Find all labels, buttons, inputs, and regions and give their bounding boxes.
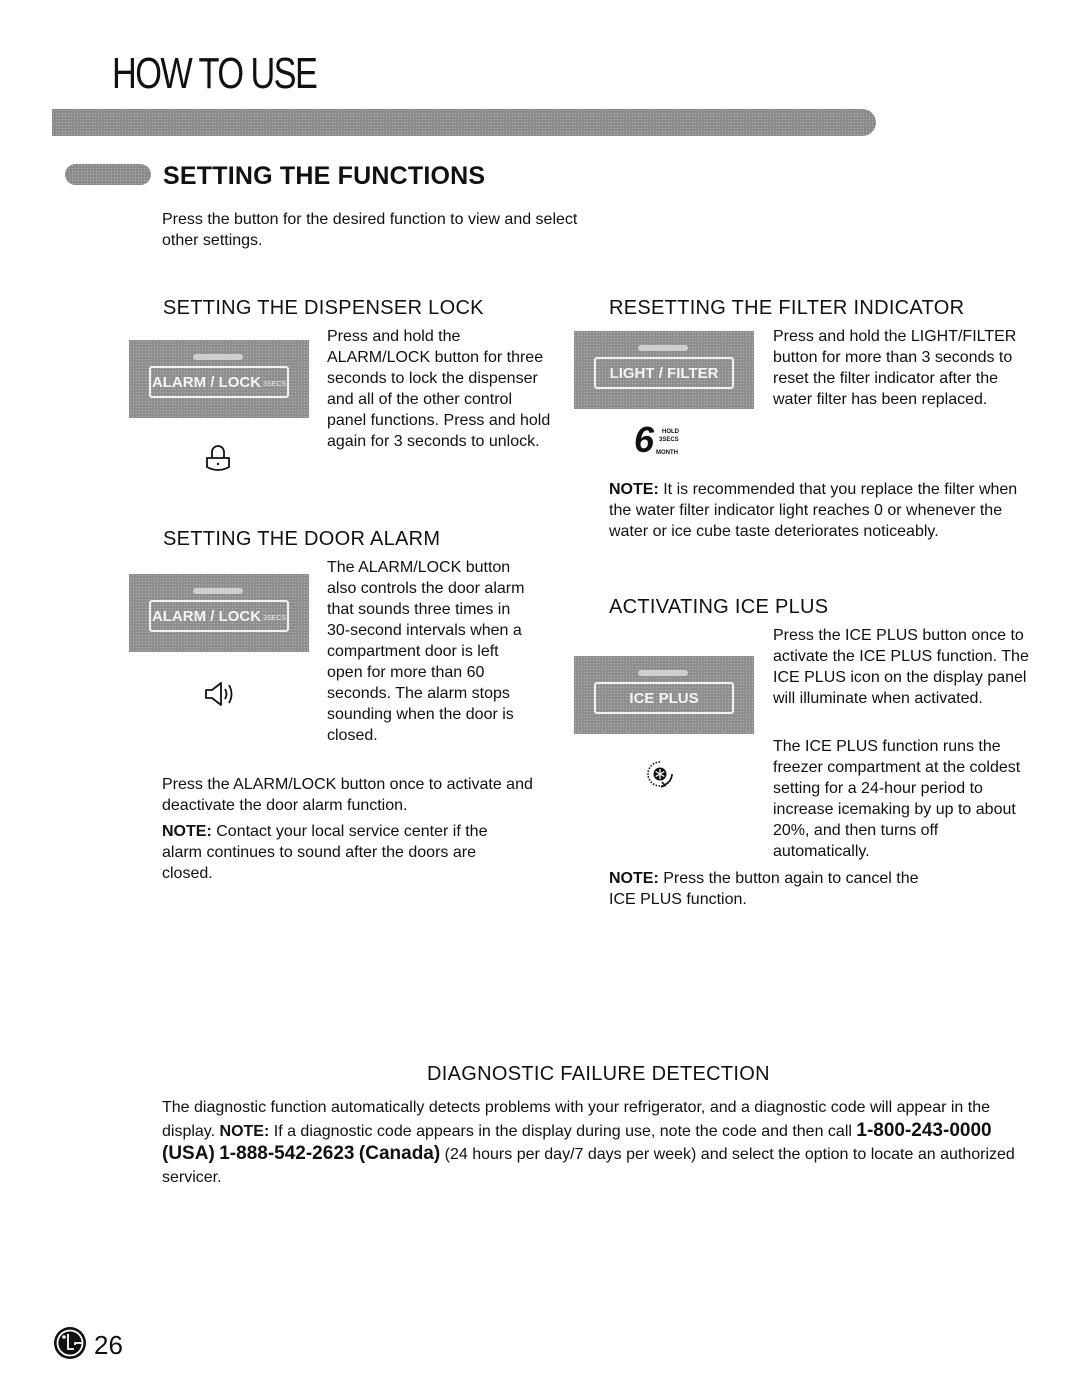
alarm-lock-button-label: ALARM / LOCK bbox=[151, 607, 262, 625]
lg-logo-icon bbox=[52, 1325, 88, 1361]
door-alarm-text: The ALARM/LOCK button also controls the … bbox=[327, 559, 525, 744]
ice-plus-text: Press the ICE PLUS button once to activa… bbox=[773, 627, 1029, 707]
diagnostic-heading: DIAGNOSTIC FAILURE DETECTION bbox=[427, 1063, 770, 1085]
note-label: NOTE: bbox=[162, 823, 212, 840]
alarm-lock-button-door[interactable]: ALARM / LOCK 3SECS bbox=[149, 600, 289, 632]
page-number: 26 bbox=[94, 1330, 123, 1360]
filter-indicator-text: Press and hold the LIGHT/FILTER button f… bbox=[773, 328, 1017, 408]
month-label: MONTH bbox=[656, 450, 678, 456]
diagnostic-text: The diagnostic function automatically de… bbox=[162, 1097, 1022, 1189]
ice-plus-text-2: The ICE PLUS function runs the freezer c… bbox=[773, 738, 1021, 860]
door-alarm-heading: SETTING THE DOOR ALARM bbox=[163, 528, 441, 550]
indicator-led bbox=[193, 354, 243, 360]
lock-icon bbox=[200, 440, 236, 476]
diagnostic-text-b: If a diagnostic code appears in the disp… bbox=[273, 1122, 852, 1140]
dispenser-lock-heading: SETTING THE DISPENSER LOCK bbox=[163, 297, 484, 319]
alarm-lock-panel-door: ALARM / LOCK 3SECS bbox=[129, 574, 309, 652]
note-label: NOTE: bbox=[609, 481, 659, 498]
intro-text: Press the button for the desired functio… bbox=[162, 211, 578, 249]
indicator-led bbox=[638, 670, 688, 676]
phone-usa: 1-800-243-0000 bbox=[856, 1119, 992, 1141]
section-pill-decoration bbox=[65, 164, 151, 185]
light-filter-panel: LIGHT / FILTER bbox=[574, 331, 754, 409]
phone-canada: 1-888-542-2623 bbox=[219, 1143, 355, 1164]
ice-plus-button[interactable]: ICE PLUS bbox=[594, 682, 734, 714]
filter-months-digit: 6 bbox=[634, 419, 655, 460]
ice-plus-button-label: ICE PLUS bbox=[629, 689, 699, 707]
dispenser-lock-text: Press and hold the ALARM/LOCK button for… bbox=[327, 328, 551, 450]
note-label: NOTE: bbox=[219, 1122, 270, 1140]
button-sub-label: 3SECS bbox=[263, 615, 287, 622]
alarm-lock-button-label: ALARM / LOCK bbox=[151, 373, 262, 391]
ice-plus-heading: ACTIVATING ICE PLUS bbox=[609, 596, 829, 618]
usa-label: (USA) bbox=[162, 1143, 215, 1164]
filter-indicator-heading: RESETTING THE FILTER INDICATOR bbox=[609, 297, 965, 319]
indicator-led bbox=[638, 345, 688, 351]
indicator-led bbox=[193, 588, 243, 594]
hold-label: HOLD bbox=[662, 429, 679, 435]
note-label: NOTE: bbox=[609, 870, 659, 887]
button-sub-label: 3SECS bbox=[263, 381, 287, 388]
page-title: HOW TO USE bbox=[112, 49, 318, 98]
alarm-lock-button[interactable]: ALARM / LOCK 3SECS bbox=[149, 366, 289, 398]
title-bar-decoration bbox=[52, 109, 876, 136]
ice-plus-note: NOTE: Press the button again to cancel t… bbox=[609, 868, 939, 910]
ice-plus-snowflake-icon bbox=[643, 757, 677, 791]
filter-indicator-note: NOTE: It is recommended that you replace… bbox=[609, 479, 1029, 542]
alarm-lock-panel: ALARM / LOCK 3SECS bbox=[129, 340, 309, 418]
secs-label: 3SECS bbox=[659, 437, 679, 443]
section-heading: SETTING THE FUNCTIONS bbox=[163, 162, 486, 190]
light-filter-button-label: LIGHT / FILTER bbox=[609, 364, 719, 382]
canada-label: (Canada) bbox=[358, 1143, 441, 1164]
door-alarm-note: NOTE: Contact your local service center … bbox=[162, 821, 492, 884]
speaker-icon bbox=[202, 678, 238, 710]
note-text: It is recommended that you replace the f… bbox=[609, 481, 1018, 540]
filter-display-readout: 6 HOLD 3SECS MONTH bbox=[634, 419, 694, 461]
ice-plus-panel: ICE PLUS bbox=[574, 656, 754, 734]
light-filter-button[interactable]: LIGHT / FILTER bbox=[594, 357, 734, 389]
door-alarm-text-2: Press the ALARM/LOCK button once to acti… bbox=[162, 776, 533, 814]
